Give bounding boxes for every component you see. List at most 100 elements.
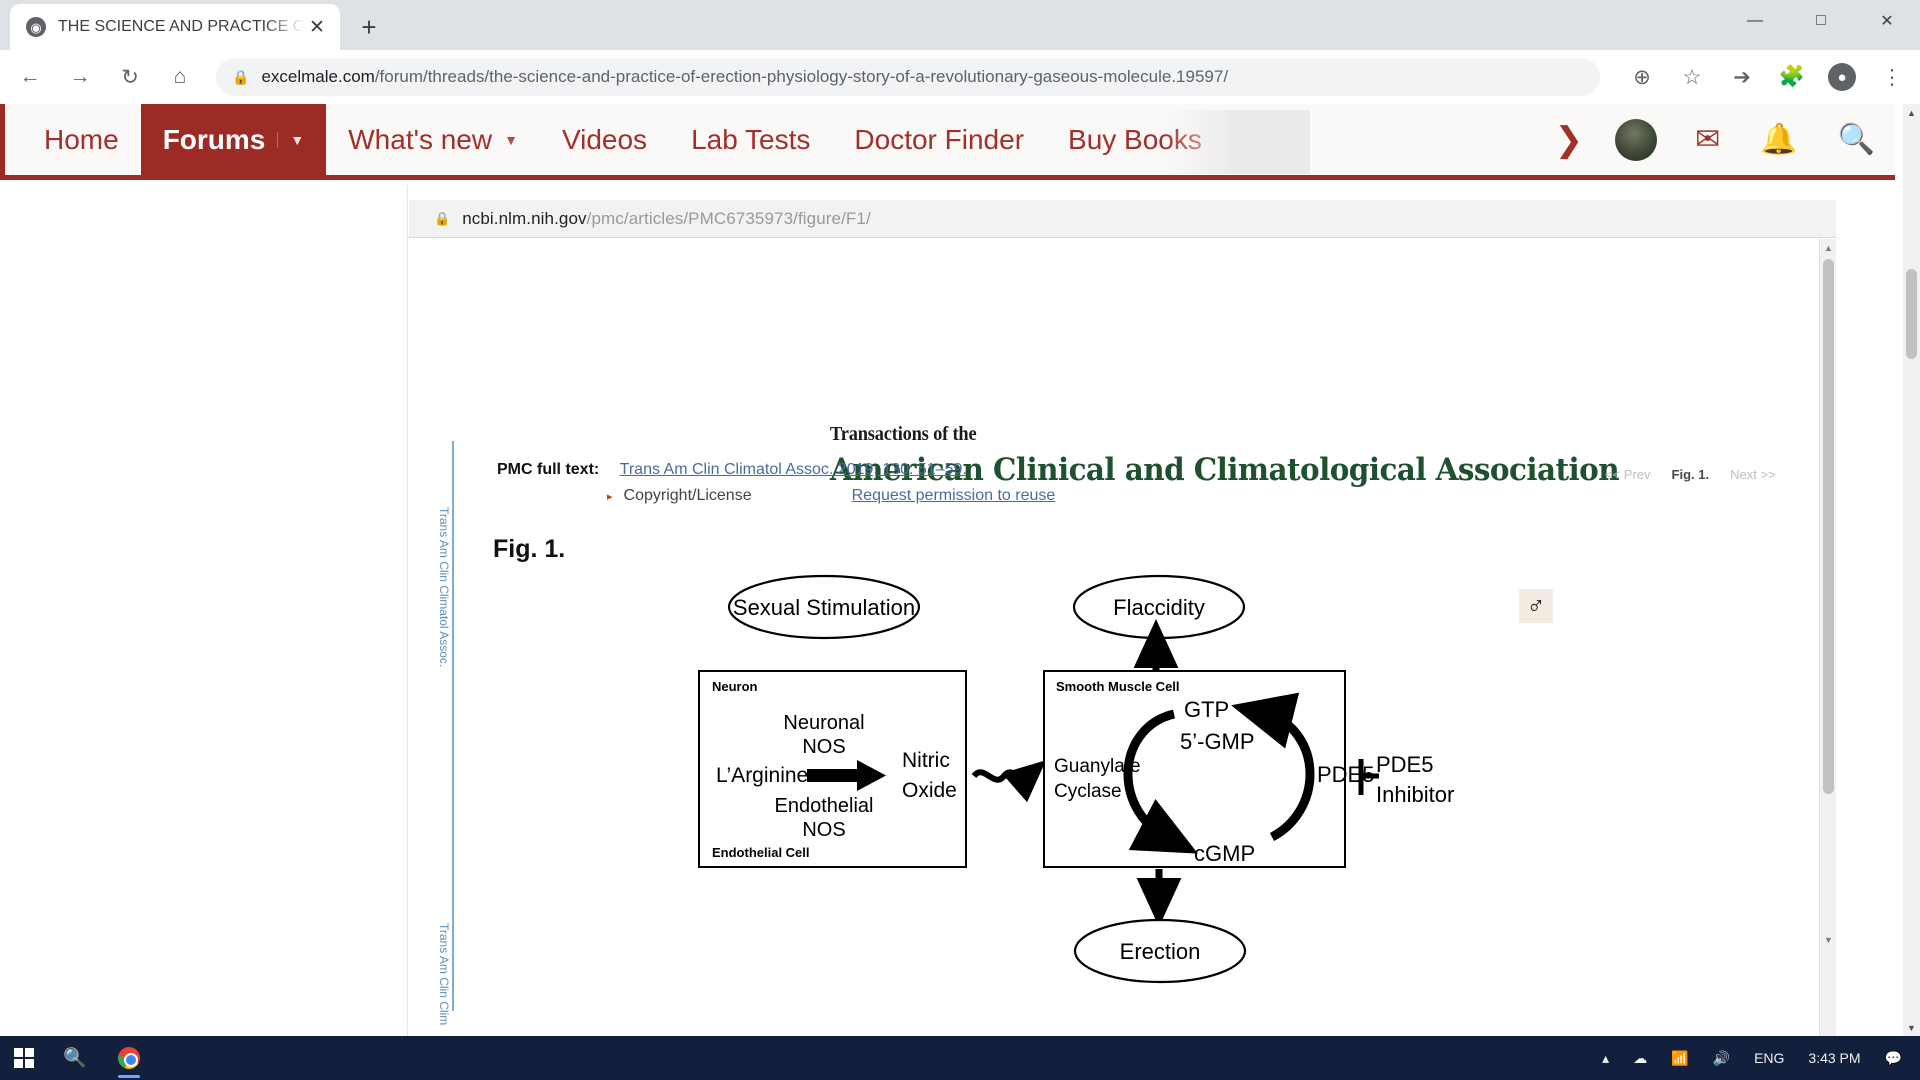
prev-figure-link[interactable]: << Prev [1605, 467, 1651, 482]
side-rail-label-bottom: Trans Am Clin Clim [437, 923, 451, 1026]
pmc-copyright-row: ▸ Copyright/License Request permission t… [607, 487, 1055, 505]
chevron-up-icon[interactable]: ▲ [1820, 239, 1837, 256]
reload-icon[interactable]: ↻ [110, 57, 150, 97]
three-dot-menu-icon[interactable]: ⋮ [1872, 57, 1912, 97]
label-sexual-stimulation: Sexual Stimulation [733, 595, 915, 620]
sidebar-item-lab-tests[interactable]: Lab Tests [669, 104, 832, 178]
notification-bell-icon[interactable]: 🔔 [1740, 122, 1817, 157]
chevron-down-icon[interactable]: ▼ [1903, 1019, 1920, 1036]
label-guanylate-cyclase-2: Cyclase [1054, 781, 1122, 802]
chevron-down-icon[interactable]: ▼ [1820, 931, 1837, 948]
embedded-address-bar[interactable]: 🔒 ncbi.nlm.nih.gov/pmc/articles/PMC67359… [409, 200, 1836, 238]
nav-label-videos: Videos [561, 123, 648, 155]
profile-avatar-icon[interactable]: ● [1822, 57, 1862, 97]
star-icon[interactable]: ☆ [1672, 57, 1712, 97]
embedded-url-text: ncbi.nlm.nih.gov/pmc/articles/PMC6735973… [462, 209, 871, 229]
web-page-content: Home Forums ▼ What's new ▼ Videos Lab Te… [0, 104, 1920, 1080]
user-avatar-icon[interactable] [1615, 118, 1658, 161]
search-icon[interactable]: 🔍 [1818, 122, 1895, 157]
nav-label-home: Home [44, 123, 119, 155]
puzzle-piece-icon[interactable]: 🧩 [1772, 57, 1812, 97]
chevron-up-icon[interactable]: ▴ [1590, 1036, 1621, 1080]
maximize-icon[interactable]: □ [1788, 0, 1854, 42]
language-indicator[interactable]: ENG [1742, 1036, 1796, 1080]
tab-close-icon[interactable]: ✕ [304, 14, 330, 40]
sidebar-item-whats-new[interactable]: What's new ▼ [326, 104, 540, 178]
onedrive-icon[interactable]: ☁ [1621, 1036, 1659, 1080]
figure-navigation: << Prev Fig. 1. Next >> [1605, 467, 1776, 482]
squiggle-connector [971, 760, 1047, 803]
embedded-scrollbar[interactable]: ▲ ▼ [1819, 239, 1836, 1080]
lock-icon: 🔒 [434, 210, 451, 226]
wifi-icon[interactable]: 📶 [1659, 1036, 1700, 1080]
sidebar-item-home[interactable]: Home [22, 104, 141, 178]
embedded-screenshot: 🔒 ncbi.nlm.nih.gov/pmc/articles/PMC67359… [409, 185, 1836, 1080]
pmc-citation-link[interactable]: Trans Am Clin Climatol Assoc. 2019; 130:… [620, 461, 967, 478]
triangle-bullet-icon[interactable]: ▸ [607, 490, 613, 503]
current-figure-label: Fig. 1. [1671, 467, 1710, 482]
browser-tab[interactable]: ◉ THE SCIENCE AND PRACTICE OF ✕ [10, 4, 340, 50]
sidebar-item-videos[interactable]: Videos [540, 104, 669, 178]
sidebar-item-buy-books[interactable]: Buy Books [1046, 104, 1224, 178]
label-l-arginine: L’Arginine [716, 764, 808, 787]
taskbar-search-icon[interactable]: 🔍 [48, 1036, 102, 1080]
nav-label-doctor-finder: Doctor Finder [854, 123, 1025, 155]
lock-icon: 🔒 [232, 68, 250, 85]
next-figure-link[interactable]: Next >> [1730, 467, 1776, 482]
nav-label-forums: Forums [162, 123, 266, 155]
label-endothelial-nos-1: Endothelial [775, 795, 874, 817]
address-bar[interactable]: 🔒 excelmale.com/forum/threads/the-scienc… [216, 58, 1600, 96]
chevron-down-icon[interactable]: ▼ [504, 132, 518, 148]
label-cgmp: cGMP [1194, 841, 1255, 866]
chevron-down-icon[interactable]: ▼ [277, 131, 304, 148]
address-bar-text: excelmale.com/forum/threads/the-science-… [261, 67, 1228, 87]
window-close-icon[interactable]: ✕ [1854, 0, 1920, 42]
request-permission-link[interactable]: Request permission to reuse [852, 487, 1056, 505]
action-center-icon[interactable]: 💬 [1873, 1036, 1914, 1080]
label-flaccidity: Flaccidity [1113, 595, 1205, 620]
taskbar-clock[interactable]: 3:43 PM [1796, 1036, 1872, 1080]
label-smooth-muscle-cell: Smooth Muscle Cell [1056, 679, 1180, 694]
label-endothelial-nos-2: NOS [802, 819, 845, 841]
windows-start-icon[interactable] [0, 1036, 48, 1080]
embedded-document: Transactions of the American Clinical an… [409, 239, 1819, 1080]
browser-tab-title: THE SCIENCE AND PRACTICE OF [58, 18, 304, 35]
label-gtp: GTP [1184, 697, 1229, 722]
page-left-margin [0, 185, 33, 1080]
minimize-icon[interactable]: — [1722, 0, 1788, 42]
erection-physiology-diagram: Sexual Stimulation Flaccidity Neuron End… [698, 574, 1454, 984]
envelope-icon[interactable]: ✉ [1675, 122, 1740, 157]
label-5-gmp: 5’-GMP [1180, 729, 1255, 754]
figure-heading: Fig. 1. [493, 535, 566, 563]
url-path: /forum/threads/the-science-and-practice-… [374, 67, 1229, 86]
chevron-right-icon[interactable]: ❯ [1541, 120, 1598, 160]
label-neuron: Neuron [712, 679, 758, 694]
site-navigation-bar: Home Forums ▼ What's new ▼ Videos Lab Te… [0, 104, 1895, 180]
back-arrow-icon[interactable]: ← [10, 57, 50, 97]
pmc-full-text-label: PMC full text: [497, 461, 600, 478]
taskbar-chrome-icon[interactable] [102, 1036, 156, 1080]
forward-arrow-icon[interactable]: → [60, 57, 100, 97]
chevron-up-icon[interactable]: ▲ [1903, 104, 1920, 121]
globe-icon: ◉ [26, 17, 46, 37]
page-scrollbar[interactable]: ▲ ▼ [1903, 104, 1920, 1036]
label-pde5-inhibitor-1: PDE5 [1376, 752, 1433, 777]
scrollbar-thumb[interactable] [1823, 259, 1834, 794]
pmc-full-text-row: PMC full text: Trans Am Clin Climatol As… [497, 461, 967, 479]
copyright-license-label[interactable]: Copyright/License [624, 487, 752, 505]
label-pde5-inhibitor-2: Inhibitor [1376, 782, 1454, 807]
home-icon[interactable]: ⌂ [160, 57, 200, 97]
page-scrollbar-thumb[interactable] [1906, 269, 1917, 359]
thread-sidebar [33, 185, 408, 1080]
nav-right-cluster: ❯ ✉ 🔔 🔍 [1541, 118, 1895, 161]
side-rule [452, 441, 454, 1011]
label-endothelial-cell: Endothelial Cell [712, 845, 810, 860]
zoom-magnifier-icon[interactable]: ⊕ [1622, 57, 1662, 97]
label-nitric-oxide-2: Oxide [902, 779, 957, 802]
sidebar-item-doctor-finder[interactable]: Doctor Finder [832, 104, 1046, 178]
speaker-icon[interactable]: 🔊 [1701, 1036, 1742, 1080]
sidebar-item-forums[interactable]: Forums ▼ [140, 104, 327, 178]
cast-cursor-icon[interactable]: ➔ [1722, 57, 1762, 97]
new-tab-button[interactable]: + [352, 10, 386, 44]
active-app-indicator [118, 1075, 140, 1078]
